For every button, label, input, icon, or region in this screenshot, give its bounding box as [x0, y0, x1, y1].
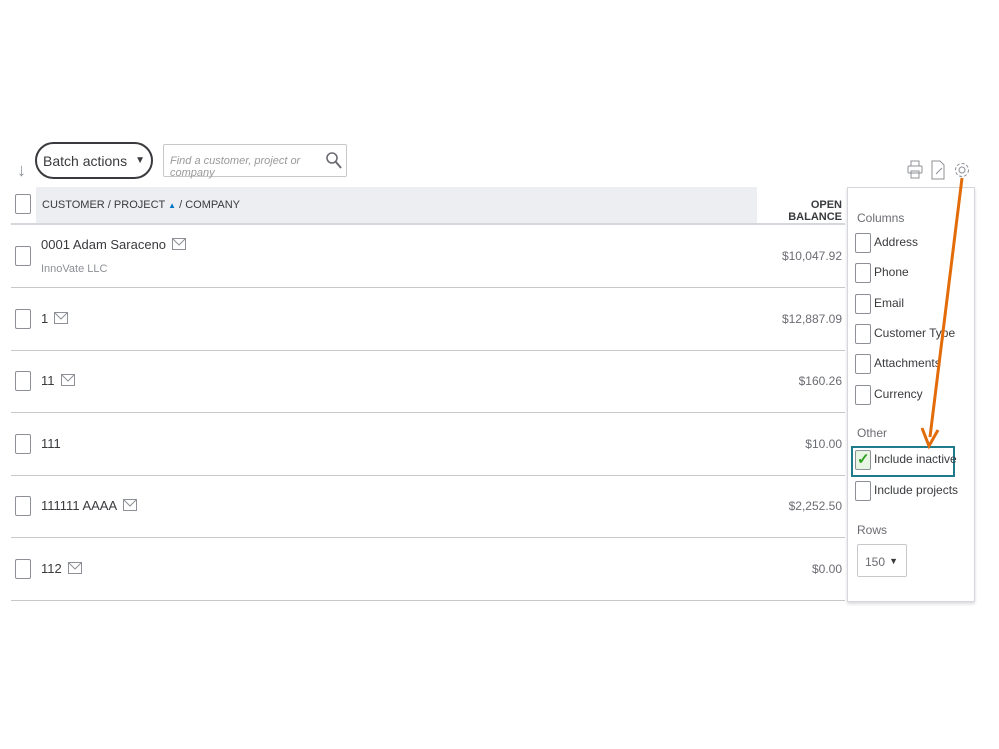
option-label: Phone: [874, 265, 909, 280]
rows-label: Rows: [857, 523, 888, 537]
checkbox[interactable]: [855, 481, 871, 501]
open-balance: $160.26: [798, 374, 842, 389]
row-checkbox[interactable]: [15, 246, 31, 266]
open-balance: $12,887.09: [781, 311, 842, 326]
customer-name-text: 0001 Adam Saraceno: [41, 237, 167, 252]
checkbox[interactable]: [855, 263, 871, 284]
table-row[interactable]: 0001 Adam Saraceno InnoVate LLC $10,047.…: [11, 225, 845, 288]
caret-down-icon: ▼: [135, 155, 145, 166]
company-header-label: / COMPANY: [179, 199, 241, 211]
columns-label: Columns: [857, 211, 905, 225]
company-name: InnoVate LLC: [41, 263, 108, 275]
select-all-checkbox[interactable]: [15, 194, 31, 214]
row-checkbox[interactable]: [15, 496, 31, 517]
customer-name-text: 111111 AAAA: [41, 498, 118, 514]
checkbox[interactable]: [855, 384, 871, 405]
table-row[interactable]: 1 $12,887.09: [11, 288, 845, 351]
customer-name[interactable]: 1: [41, 310, 69, 327]
checkbox[interactable]: [855, 233, 871, 253]
email-icon[interactable]: [60, 374, 75, 389]
rows-value: 150: [865, 555, 886, 569]
customer-header-label: CUSTOMER / PROJECT: [42, 199, 166, 211]
option-label: Email: [874, 295, 905, 310]
option-label: Customer Type: [874, 325, 956, 340]
customer-name-text: 11: [41, 373, 55, 389]
email-icon[interactable]: [172, 238, 187, 253]
batch-actions-button[interactable]: Batch actions ▼: [35, 142, 153, 179]
customer-name-text: 111: [41, 435, 61, 451]
other-label: Other: [857, 426, 888, 440]
checkbox[interactable]: ✓: [855, 450, 871, 470]
batch-actions-label: Batch actions: [43, 152, 128, 169]
customer-name[interactable]: 112: [41, 561, 82, 577]
option-label: Include projects: [874, 483, 959, 497]
email-icon[interactable]: [54, 311, 69, 327]
sort-asc-icon: ▲: [168, 201, 177, 210]
table-row[interactable]: 112 $0.00: [11, 538, 845, 601]
option-label: Attachments: [874, 356, 941, 371]
customer-name[interactable]: 0001 Adam Saraceno: [41, 237, 187, 253]
customer-name[interactable]: 111111 AAAA: [41, 498, 138, 514]
row-checkbox[interactable]: [15, 308, 31, 329]
option-label: Include inactive: [874, 452, 957, 466]
row-checkbox[interactable]: [15, 559, 31, 579]
gear-icon[interactable]: [953, 161, 971, 179]
option-label: Currency: [874, 386, 923, 401]
customer-name[interactable]: 11: [41, 373, 75, 389]
open-balance: $10.00: [805, 436, 842, 451]
sort-arrow-icon[interactable]: ↓: [17, 160, 26, 181]
customer-name[interactable]: 111: [41, 436, 61, 451]
row-checkbox[interactable]: [15, 433, 31, 454]
checkbox[interactable]: [855, 323, 871, 344]
search-placeholder: Find a customer, project or company: [170, 155, 301, 179]
rows-per-page-select[interactable]: 150 ▼: [857, 544, 907, 577]
column-header-open-balance[interactable]: OPEN BALANCE: [757, 187, 845, 223]
caret-down-icon: ▼: [889, 556, 898, 566]
search-icon[interactable]: [326, 151, 342, 169]
table-row[interactable]: 111111 AAAA $2,252.50: [11, 475, 845, 538]
open-balance: $2,252.50: [788, 499, 842, 514]
option-label: Address: [874, 235, 919, 249]
open-balance: $0.00: [811, 562, 842, 576]
row-divider: [11, 600, 845, 601]
table-row[interactable]: 111 $10.00: [11, 413, 845, 476]
checkbox[interactable]: [855, 293, 871, 314]
export-icon[interactable]: [930, 160, 946, 180]
open-balance: $10,047.92: [781, 249, 842, 263]
checkmark-icon: ✓: [857, 451, 870, 468]
customer-name-text: 112: [41, 561, 62, 576]
column-header-customer[interactable]: CUSTOMER / PROJECT ▲ / COMPANY: [36, 187, 757, 223]
print-icon[interactable]: [907, 160, 923, 180]
table-row[interactable]: 11 $160.26: [11, 350, 845, 413]
customer-name-text: 1: [41, 310, 49, 326]
settings-panel: Columns Address Phone Email Customer Type At…: [847, 187, 975, 602]
email-icon[interactable]: [67, 562, 82, 577]
email-icon[interactable]: [123, 499, 138, 514]
checkbox[interactable]: [855, 354, 871, 375]
row-checkbox[interactable]: [15, 371, 31, 392]
search-input[interactable]: Find a customer, project or company: [163, 144, 347, 179]
